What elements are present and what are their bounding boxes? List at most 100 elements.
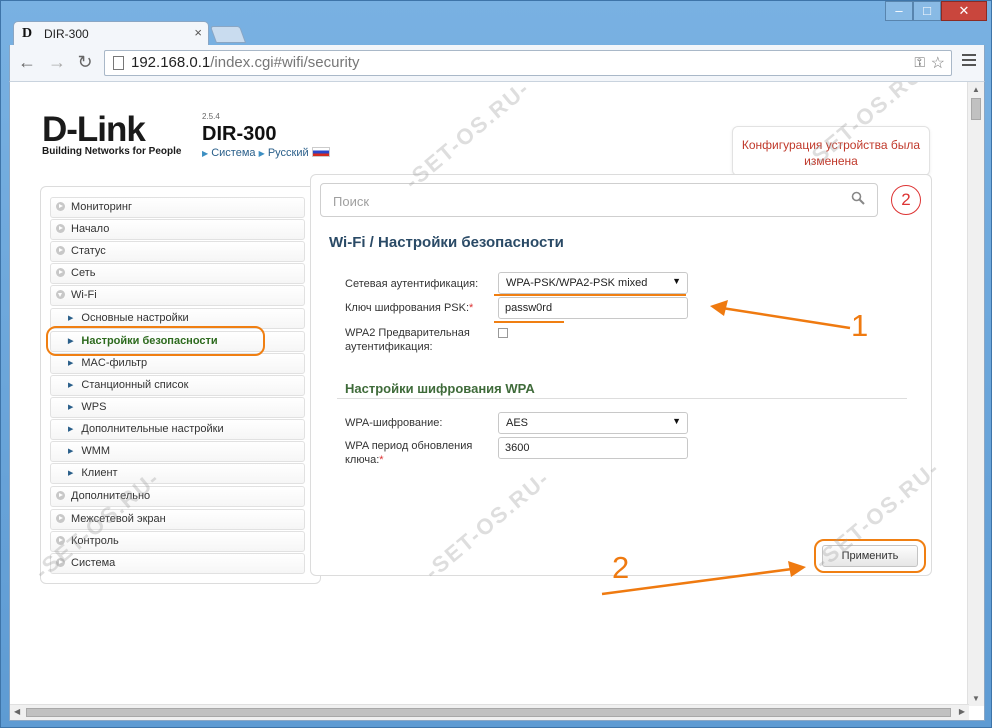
tab-close-icon[interactable]: × <box>194 25 202 40</box>
page-icon <box>113 56 124 70</box>
browser-menu-icon[interactable] <box>962 54 976 69</box>
search-input[interactable]: Поиск <box>320 183 878 217</box>
search-icon[interactable] <box>851 191 865 205</box>
scroll-right-icon[interactable]: ▶ <box>959 707 965 716</box>
search-placeholder: Поиск <box>333 194 370 209</box>
sidebar-item-label: Межсетевой экран <box>71 513 166 525</box>
chevron-right-icon: ▶ <box>68 426 74 433</box>
bookmark-star-icon[interactable]: ☆ <box>931 53 945 73</box>
collapsed-circle-icon <box>56 202 65 211</box>
sidebar-item-label: Основные настройки <box>81 312 189 324</box>
vertical-scroll-thumb[interactable] <box>971 98 981 120</box>
sidebar-item-label: Мониторинг <box>71 201 133 213</box>
collapsed-circle-icon <box>56 268 65 277</box>
scroll-down-icon[interactable]: ▼ <box>972 694 980 703</box>
sidebar-item-network[interactable]: Сеть <box>50 263 305 284</box>
dlink-favicon-icon: D <box>22 26 33 41</box>
browser-window: D DIR-300 × ‒ □ ✕ ← → ↻ 192.168.0.1/inde… <box>0 0 992 728</box>
sidebar-item-wifi-wmm[interactable]: ▶ WMM <box>50 441 305 462</box>
key-icon[interactable]: ⚿ <box>914 54 925 71</box>
annotation-number-2: 2 <box>612 550 630 585</box>
scroll-up-icon[interactable]: ▲ <box>972 85 980 94</box>
browser-tab[interactable]: D DIR-300 × <box>13 21 209 45</box>
forward-arrow-icon[interactable]: → <box>46 51 68 73</box>
sidebar-item-label: WMM <box>81 445 111 457</box>
psk-input[interactable]: passw0rd <box>498 297 688 319</box>
sidebar-item-label: Статус <box>71 245 106 257</box>
collapsed-circle-icon <box>56 224 65 233</box>
sidebar-item-advanced[interactable]: Дополнительно <box>50 486 305 507</box>
logo-tagline: Building Networks for People <box>42 146 182 157</box>
model-info: 2.5.4 DIR-300 ▶ Система ▶ Русский <box>202 112 330 159</box>
page-title: Wi-Fi / Настройки безопасности <box>329 234 564 251</box>
sidebar-item-monitoring[interactable]: Мониторинг <box>50 197 305 218</box>
sidebar-item-system[interactable]: Система <box>50 553 305 574</box>
sidebar-item-wifi-mac-filter[interactable]: ▶ MAC-фильтр <box>50 353 305 374</box>
preauth-checkbox[interactable] <box>498 328 508 338</box>
sidebar-item-label: Система <box>71 557 116 569</box>
sidebar-item-label: WPS <box>81 401 107 413</box>
wpa-enc-label: WPA-шифрование: <box>345 417 443 429</box>
auth-select[interactable]: WPA-PSK/WPA2-PSK mixed ▼ <box>498 272 688 294</box>
address-bar[interactable]: 192.168.0.1/index.cgi#wifi/security ⚿ ☆ <box>104 50 952 76</box>
sidebar-item-firewall[interactable]: Межсетевой экран <box>50 509 305 530</box>
russian-flag-icon <box>311 147 330 157</box>
sidebar-item-label: MAC-фильтр <box>81 357 148 369</box>
dlink-logo: D-Link Building Networks for People <box>42 110 182 158</box>
system-link[interactable]: Система <box>211 147 255 159</box>
language-link[interactable]: Русский <box>268 147 309 159</box>
collapsed-circle-icon <box>56 514 65 523</box>
new-tab-button[interactable] <box>209 26 247 43</box>
horizontal-scroll-thumb[interactable] <box>26 708 951 717</box>
firmware-version: 2.5.4 <box>202 112 220 121</box>
collapsed-circle-icon <box>56 246 65 255</box>
logo-brand: D-Link <box>42 110 146 149</box>
auth-label: Сетевая аутентификация: <box>345 278 479 290</box>
sidebar-item-wifi-station-list[interactable]: ▶ Станционный список <box>50 375 305 396</box>
highlight-security-item <box>46 326 265 356</box>
reload-icon[interactable]: ↻ <box>74 51 96 73</box>
sidebar-item-start[interactable]: Начало <box>50 219 305 240</box>
sidebar-item-label: Начало <box>71 223 110 235</box>
back-arrow-icon[interactable]: ← <box>16 51 38 73</box>
sidebar-item-label: Дополнительно <box>71 490 151 502</box>
browser-toolbar: ← → ↻ 192.168.0.1/index.cgi#wifi/securit… <box>9 45 985 81</box>
scroll-left-icon[interactable]: ◀ <box>14 707 20 716</box>
collapsed-circle-icon <box>56 536 65 545</box>
sidebar-item-label: Контроль <box>71 535 119 547</box>
expanded-circle-icon <box>56 290 65 299</box>
wpa-enc-value: AES <box>506 417 529 429</box>
sidebar-item-status[interactable]: Статус <box>50 241 305 262</box>
wpa-enc-select[interactable]: AES ▼ <box>498 412 688 434</box>
chevron-right-icon: ▶ <box>68 382 74 389</box>
header-links: ▶ Система ▶ Русский <box>202 147 330 159</box>
auth-underline <box>494 294 686 296</box>
sidebar-item-wifi-client[interactable]: ▶ Клиент <box>50 463 305 484</box>
sidebar-item-wifi-advanced[interactable]: ▶ Дополнительные настройки <box>50 419 305 440</box>
minimize-button[interactable]: ‒ <box>885 1 913 21</box>
sidebar-item-control[interactable]: Контроль <box>50 531 305 552</box>
chevron-down-icon: ▼ <box>672 276 681 286</box>
apply-button[interactable]: Применить <box>822 545 918 567</box>
psk-label: Ключ шифрования PSK:* <box>345 302 474 314</box>
maximize-button[interactable]: □ <box>913 1 941 21</box>
horizontal-scrollbar[interactable]: ◀ ▶ <box>10 704 969 720</box>
tab-title: DIR-300 <box>44 27 89 41</box>
period-input[interactable]: 3600 <box>498 437 688 459</box>
tab-bar: D DIR-300 × ‒ □ ✕ <box>1 1 992 45</box>
collapsed-circle-icon <box>56 491 65 500</box>
sidebar-item-wifi-wps[interactable]: ▶ WPS <box>50 397 305 418</box>
wpa-section-title: Настройки шифрования WPA <box>345 381 535 396</box>
psk-underline <box>494 321 564 323</box>
config-changed-notice[interactable]: Конфигурация устройства была изменена <box>732 126 930 176</box>
page-viewport: D-Link Building Networks for People 2.5.… <box>9 81 985 721</box>
sidebar-item-label: Сеть <box>71 267 96 279</box>
sidebar-item-label: Wi-Fi <box>71 289 97 301</box>
sidebar-item-wifi[interactable]: Wi-Fi <box>50 285 305 306</box>
vertical-scrollbar[interactable]: ▲ ▼ <box>967 82 984 706</box>
close-window-button[interactable]: ✕ <box>941 1 987 21</box>
notification-count-badge[interactable]: 2 <box>891 185 921 215</box>
chevron-right-icon: ▶ <box>68 315 74 322</box>
window-controls: ‒ □ ✕ <box>885 1 987 23</box>
model-name: DIR-300 <box>202 123 277 145</box>
